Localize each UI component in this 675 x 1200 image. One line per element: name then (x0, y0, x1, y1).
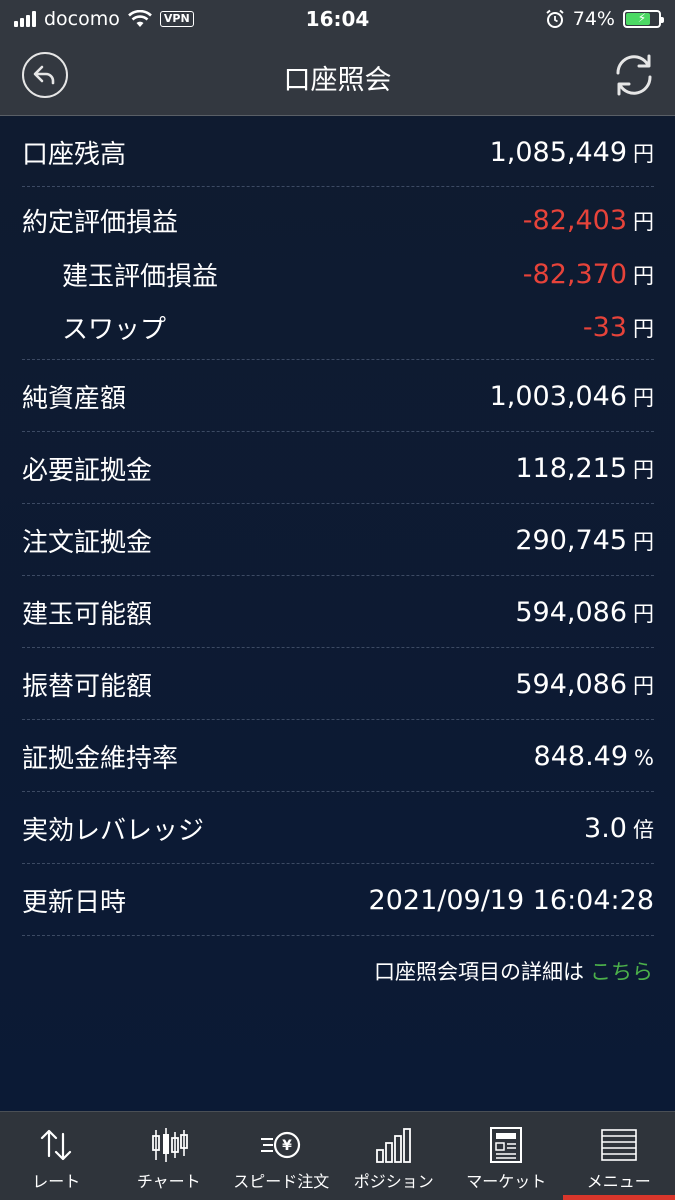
row-transferable-amount: 振替可能額 594,086 円 (22, 664, 654, 704)
row-label: 建玉可能額 (22, 599, 153, 630)
divider (22, 359, 654, 360)
carrier-name: docomo (44, 8, 120, 30)
page-title: 口座照会 (283, 65, 392, 96)
tab-rate[interactable]: レート (0, 1112, 113, 1200)
position-bars-icon (375, 1128, 411, 1163)
row-net-assets: 純資産額 1,003,046 円 (22, 376, 654, 416)
row-value: 1,085,449 円 (489, 136, 654, 168)
bottom-tab-bar: レート チャート ¥ スピード注文 ポジション マーケット メニュー (0, 1111, 675, 1200)
row-value: 2021/09/19 16:04:28 (368, 884, 654, 916)
speed-order-icon: ¥ (261, 1131, 301, 1159)
refresh-icon (616, 54, 652, 96)
row-updated-at: 更新日時 2021/09/19 16:04:28 (22, 880, 654, 920)
tab-market[interactable]: マーケット (450, 1112, 563, 1200)
row-label: スワップ (62, 314, 167, 345)
row-label: 必要証拠金 (22, 455, 153, 486)
row-label: 証拠金維持率 (22, 743, 179, 774)
row-label: 更新日時 (22, 887, 127, 918)
battery-percent: 74% (572, 8, 615, 30)
row-settled-pl: 約定評価損益 -82,403 円 (22, 200, 654, 240)
market-news-icon (490, 1127, 523, 1163)
row-value: 594,086 円 (515, 596, 654, 628)
row-value: -82,370 円 (522, 258, 654, 290)
row-value: 3.0 倍 (584, 812, 654, 844)
refresh-button[interactable] (609, 50, 659, 100)
divider (22, 935, 654, 936)
wifi-icon (127, 10, 152, 27)
row-effective-leverage: 実効レバレッジ 3.0 倍 (22, 808, 654, 848)
row-value: 1,003,046 円 (489, 380, 654, 412)
tab-chart[interactable]: チャート (113, 1112, 226, 1200)
row-label: 建玉評価損益 (62, 261, 219, 292)
details-footnote: 口座照会項目の詳細は こちら (374, 956, 653, 986)
row-value: 118,215 円 (515, 452, 654, 484)
row-value: 290,745 円 (515, 524, 654, 556)
row-label: 純資産額 (22, 383, 127, 414)
divider (22, 647, 654, 648)
tab-label: スピード注文 (233, 1172, 330, 1191)
divider (22, 431, 654, 432)
row-label: 口座残高 (22, 139, 127, 170)
row-value: 848.49% (533, 740, 654, 772)
status-bar: docomo VPN 16:04 74% ⚡ (0, 0, 675, 38)
row-label: 実効レバレッジ (22, 815, 205, 846)
divider (22, 791, 654, 792)
tab-position[interactable]: ポジション (338, 1112, 451, 1200)
svg-text:¥: ¥ (282, 1138, 292, 1154)
divider (22, 575, 654, 576)
row-value: -82,403 円 (522, 204, 654, 236)
tab-label: メニュー (586, 1172, 651, 1191)
row-swap: スワップ -33 円 (22, 307, 654, 347)
row-order-margin: 注文証拠金 290,745 円 (22, 520, 654, 560)
vpn-badge: VPN (159, 11, 194, 27)
divider (22, 186, 654, 187)
clock: 16:04 (305, 7, 370, 31)
row-position-capacity: 建玉可能額 594,086 円 (22, 592, 654, 632)
row-value: 594,086 円 (515, 668, 654, 700)
row-position-pl: 建玉評価損益 -82,370 円 (22, 254, 654, 294)
details-link[interactable]: こちら (590, 960, 653, 984)
tab-label: マーケット (466, 1172, 547, 1191)
candlestick-icon (151, 1128, 188, 1162)
tab-label: チャート (136, 1172, 201, 1191)
row-label: 注文証拠金 (22, 527, 153, 558)
footnote-text: 口座照会項目の詳細は (374, 960, 584, 984)
divider (22, 863, 654, 864)
tab-label: ポジション (353, 1172, 434, 1191)
row-label: 約定評価損益 (22, 207, 179, 238)
account-summary-panel: 口座残高 1,085,449 円 約定評価損益 -82,403 円 建玉評価損益 -… (0, 116, 675, 1111)
rate-arrows-icon (41, 1129, 72, 1161)
alarm-icon (546, 9, 564, 28)
row-margin-ratio: 証拠金維持率 848.49% (22, 736, 654, 776)
row-value: -33 円 (582, 311, 654, 343)
row-account-balance: 口座残高 1,085,449 円 (22, 132, 654, 172)
tab-menu[interactable]: メニュー (562, 1112, 675, 1200)
menu-list-icon (600, 1129, 637, 1161)
row-required-margin: 必要証拠金 118,215 円 (22, 448, 654, 488)
signal-icon (14, 11, 36, 27)
tab-speed-order[interactable]: ¥ スピード注文 (225, 1112, 338, 1200)
tab-label: レート (32, 1172, 81, 1191)
row-label: 振替可能額 (22, 671, 153, 702)
divider (22, 503, 654, 504)
battery-icon: ⚡ (622, 10, 664, 28)
divider (22, 719, 654, 720)
nav-header: 口座照会 (0, 38, 675, 116)
